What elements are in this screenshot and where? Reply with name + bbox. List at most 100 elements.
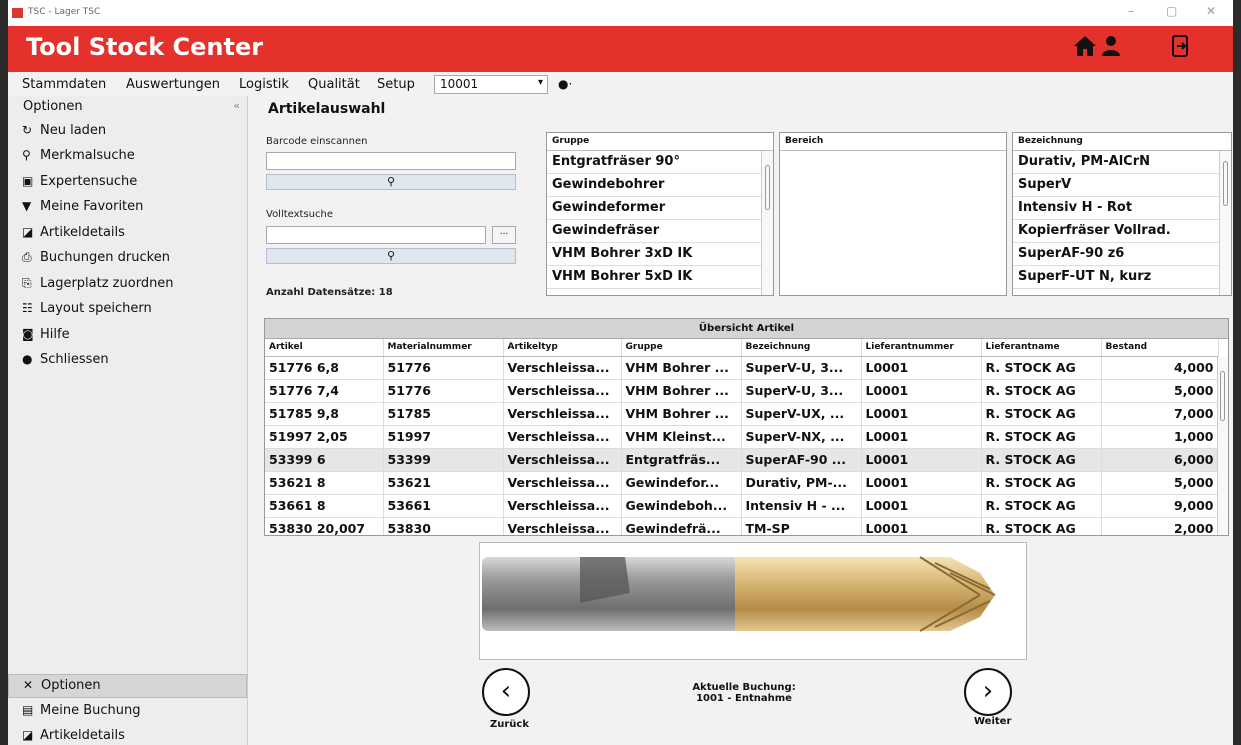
gruppe-list[interactable]: Gruppe Entgratfräser 90° Gewindebohrer G… [546,132,774,296]
sidebar-tab-artikeldetails[interactable]: ◪ Artikeldetails [8,725,248,745]
list-item[interactable]: Gewindefräser [547,220,773,243]
logout-icon[interactable] [1171,35,1191,60]
next-button[interactable]: › [964,668,1012,716]
location-select[interactable]: 10001 ▾ [434,75,548,94]
table-row[interactable]: 51776 6,8 51776 Verschleissa... VHM Bohrer … [265,356,1219,380]
cell-gruppe: Gewindeboh... [621,494,742,518]
cell-bezeichnung: Intensiv H - ... [741,494,862,518]
close-circle-icon: ● [22,352,33,366]
barcode-input[interactable] [266,152,516,170]
barcode-label: Barcode einscannen [266,136,368,147]
sidebar-item-label: Hilfe [40,327,70,342]
barcode-search-button[interactable]: ⚲ [266,174,516,190]
user-icon[interactable] [1100,35,1122,60]
fulltext-input[interactable] [266,226,486,244]
scrollbar-thumb[interactable] [1223,161,1228,206]
close-window-button[interactable]: ✕ [1206,4,1216,18]
list-item[interactable]: Gewindeformer [547,197,773,220]
list-item[interactable]: VHM Bohrer 3xD IK [547,243,773,266]
bezeichnung-scrollbar[interactable] [1219,151,1231,295]
menu-qualitaet[interactable]: Qualität [308,77,360,92]
menu-auswertungen[interactable]: Auswertungen [126,77,220,92]
table-row[interactable]: 51776 7,4 51776 Verschleissa... VHM Bohrer … [265,379,1219,403]
list-item[interactable]: Intensiv H - Rot [1013,197,1231,220]
table-row[interactable]: 53830 20,007 53830 Verschleissa... Gewindef… [265,517,1219,535]
sidebar-item-artikeldetails[interactable]: ◪ Artikeldetails [8,222,248,246]
maximize-button[interactable]: ▢ [1166,4,1177,18]
sidebar-item-layout[interactable]: ☷ Layout speichern [8,298,248,322]
cell-gruppe: Entgratfräs... [621,448,742,472]
column-header-bezeichnung[interactable]: Bezeichnung [741,339,862,357]
sidebar-item-favoriten[interactable]: ▼ Meine Favoriten [8,196,248,220]
search-icon: ⚲ [386,175,396,188]
bereich-list[interactable]: Bereich [779,132,1007,296]
list-item[interactable]: SuperV [1013,174,1231,197]
cell-lieferantnummer: L0001 [861,379,982,403]
scrollbar-thumb[interactable] [765,165,770,210]
table-scrollbar[interactable] [1217,357,1228,535]
list-item[interactable]: SuperAF-90 z6 [1013,243,1231,266]
sidebar-item-lagerplatz[interactable]: ⎘ Lagerplatz zuordnen [8,273,248,297]
sidebar-item-neu-laden[interactable]: ↻ Neu laden [8,120,248,144]
cell-lieferantnummer: L0001 [861,425,982,449]
table-row[interactable]: 53661 8 53661 Verschleissa... Gewindeboh...… [265,494,1219,518]
column-header-artikel[interactable]: Artikel [265,339,384,357]
sidebar-item-expertensuche[interactable]: ▣ Expertensuche [8,171,248,195]
menu-extra-dropdown[interactable]: ●· [558,77,572,91]
scrollbar-thumb[interactable] [1220,371,1225,421]
end-mill-tool-image [482,556,996,632]
sidebar-item-hilfe[interactable]: ◙ Hilfe [8,324,248,348]
collapse-sidebar-button[interactable]: « [233,99,240,112]
cell-bestand: 5,000 [1101,379,1219,403]
cell-artikel: 51997 2,05 [265,425,384,449]
table-row[interactable]: 53399 6 53399 Verschleissa... Entgratfräs..… [265,448,1219,472]
sidebar-item-label: Meine Buchung [40,703,141,718]
column-header-materialnummer[interactable]: Materialnummer [383,339,504,357]
fulltext-search-button[interactable]: ⚲ [266,248,516,264]
sidebar: Optionen « ↻ Neu laden ⚲ Merkmalsuche ▣ Exp… [8,96,248,745]
column-header-lieferantnummer[interactable]: Lieferantnummer [861,339,982,357]
fulltext-browse-button[interactable]: ... [492,226,516,244]
sidebar-item-merkmalsuche[interactable]: ⚲ Merkmalsuche [8,145,248,169]
list-item[interactable]: Kopierfräser Vollrad. [1013,220,1231,243]
options-tools-icon: ✕ [23,678,34,692]
table-row[interactable]: 51785 9,8 51785 Verschleissa... VHM Bohrer … [265,402,1219,426]
menu-stammdaten[interactable]: Stammdaten [22,77,106,92]
sidebar-tab-meine-buchung[interactable]: ▤ Meine Buchung [8,700,248,724]
home-icon[interactable] [1073,35,1097,60]
menu-setup[interactable]: Setup [377,77,415,92]
menu-logistik[interactable]: Logistik [239,77,289,92]
cell-lieferantnummer: L0001 [861,494,982,518]
cell-artikeltyp: Verschleissa... [503,425,622,449]
cell-lieferantnummer: L0001 [861,402,982,426]
column-header-gruppe[interactable]: Gruppe [621,339,742,357]
minimize-button[interactable]: – [1128,4,1134,18]
cell-bestand: 9,000 [1101,494,1219,518]
sidebar-item-buchungen-drucken[interactable]: ⎙ Buchungen drucken [8,247,248,271]
table-row[interactable]: 53621 8 53621 Verschleissa... Gewindefor...… [265,471,1219,495]
cell-artikel: 51776 6,8 [265,356,384,380]
list-item[interactable]: SuperF-UT N, kurz [1013,266,1231,289]
list-item[interactable]: Durativ, PM-AlCrN [1013,151,1231,174]
cell-bezeichnung: SuperAF-90 ... [741,448,862,472]
chevron-right-icon: › [982,676,994,706]
sidebar-header-label: Optionen [23,99,83,114]
list-item[interactable]: VHM Bohrer 5xD IK [547,266,773,289]
cell-lieferantnummer: L0001 [861,517,982,535]
gruppe-scrollbar[interactable] [761,151,773,295]
list-item[interactable]: Entgratfräser 90° [547,151,773,174]
column-header-artikeltyp[interactable]: Artikeltyp [503,339,622,357]
table-row[interactable]: 51997 2,05 51997 Verschleissa... VHM Kleins… [265,425,1219,449]
sidebar-item-schliessen[interactable]: ● Schliessen [8,349,248,373]
cell-materialnummer: 51776 [383,356,504,380]
sidebar-item-label: Layout speichern [40,301,152,316]
storage-assign-icon: ⎘ [22,276,32,290]
column-header-lieferantname[interactable]: Lieferantname [981,339,1102,357]
sidebar-tab-optionen[interactable]: ✕ Optionen [8,674,247,698]
back-button[interactable]: ‹ [482,668,530,716]
bezeichnung-list[interactable]: Bezeichnung Durativ, PM-AlCrN SuperV Int… [1012,132,1232,296]
column-header-bestand[interactable]: Bestand [1101,339,1219,357]
record-count: Anzahl Datensätze: 18 [266,287,393,298]
list-item[interactable]: Gewindebohrer [547,174,773,197]
cell-gruppe: VHM Bohrer ... [621,379,742,403]
